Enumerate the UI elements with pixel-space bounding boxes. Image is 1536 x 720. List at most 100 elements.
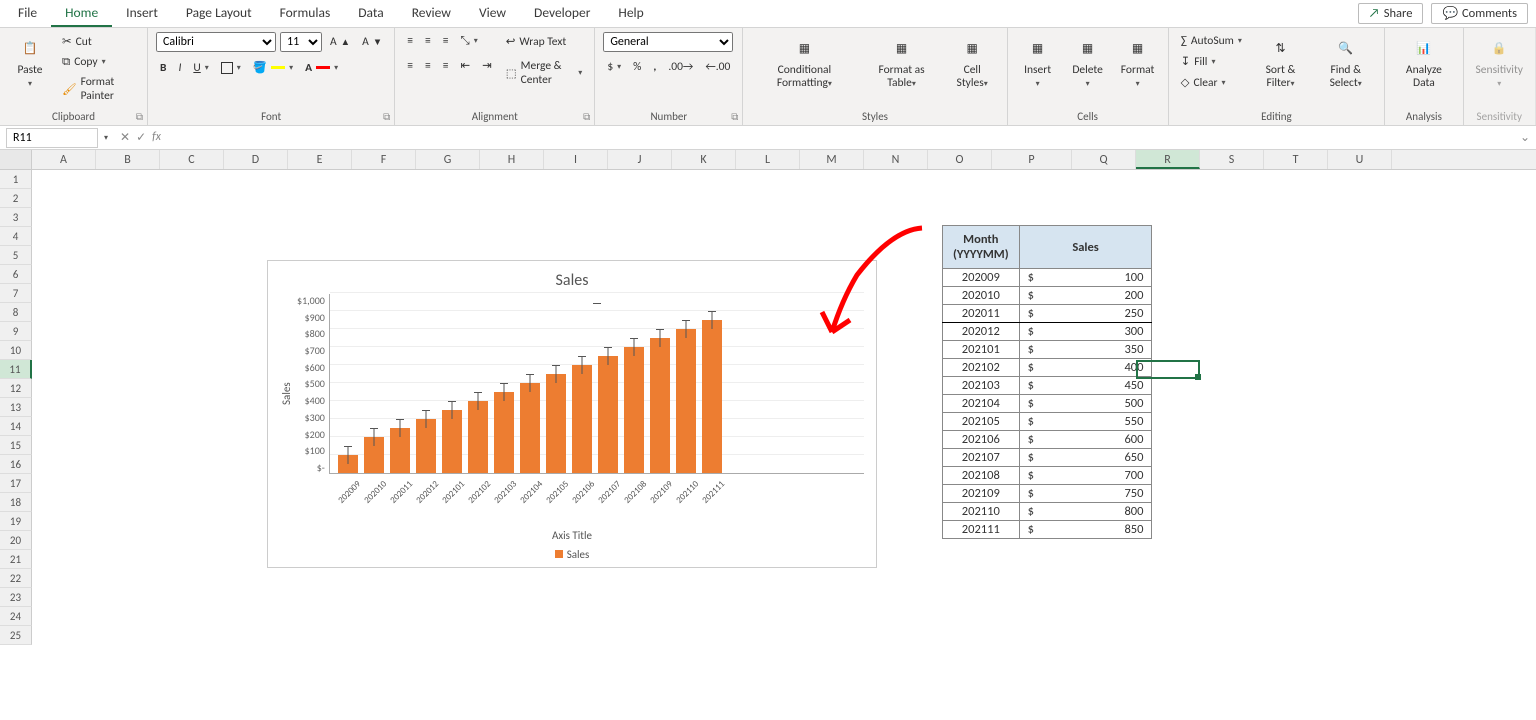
align-bottom-button[interactable]: ≡ bbox=[439, 32, 453, 50]
column-header[interactable]: L bbox=[736, 150, 800, 169]
merge-center-button[interactable]: ⬚Merge & Center ▾ bbox=[502, 57, 587, 89]
italic-button[interactable]: I bbox=[174, 59, 185, 77]
row-header[interactable]: 10 bbox=[0, 341, 32, 360]
increase-indent-button[interactable]: ⇥ bbox=[478, 56, 496, 75]
clear-button[interactable]: ◇Clear ▾ bbox=[1177, 73, 1246, 92]
column-header[interactable]: B bbox=[96, 150, 160, 169]
tab-file[interactable]: File bbox=[4, 0, 51, 27]
worksheet-grid[interactable]: ABCDEFGHIJKLMNOPQRSTU 123456789101112131… bbox=[0, 150, 1536, 645]
row-header[interactable]: 14 bbox=[0, 417, 32, 436]
row-header[interactable]: 15 bbox=[0, 436, 32, 455]
column-header[interactable]: F bbox=[352, 150, 416, 169]
column-header[interactable]: H bbox=[480, 150, 544, 169]
share-button[interactable]: ↗Share bbox=[1358, 3, 1424, 24]
percent-button[interactable]: % bbox=[629, 58, 645, 76]
column-header[interactable]: C bbox=[160, 150, 224, 169]
tab-help[interactable]: Help bbox=[604, 0, 657, 27]
decrease-font-button[interactable]: A▼ bbox=[358, 33, 386, 51]
format-painter-button[interactable]: 🖌Format Painter bbox=[58, 73, 139, 105]
comments-button[interactable]: 💬Comments bbox=[1431, 3, 1528, 24]
column-header[interactable]: Q bbox=[1072, 150, 1136, 169]
cell-styles-button[interactable]: ▦Cell Styles▾ bbox=[946, 32, 999, 91]
wrap-text-button[interactable]: ↩Wrap Text bbox=[502, 32, 587, 51]
row-header[interactable]: 4 bbox=[0, 227, 32, 246]
copy-button[interactable]: ⧉Copy ▾ bbox=[58, 53, 139, 71]
decrease-decimal-button[interactable]: ←.00 bbox=[701, 58, 734, 76]
column-header[interactable]: A bbox=[32, 150, 96, 169]
tab-home[interactable]: Home bbox=[51, 0, 112, 27]
formula-input[interactable] bbox=[167, 129, 1514, 147]
orientation-button[interactable]: ⤡▾ bbox=[456, 32, 481, 50]
column-header[interactable]: U bbox=[1328, 150, 1392, 169]
font-size-select[interactable]: 11 bbox=[280, 32, 322, 52]
row-header[interactable]: 5 bbox=[0, 246, 32, 265]
font-color-button[interactable]: A▾ bbox=[301, 59, 342, 77]
row-header[interactable]: 18 bbox=[0, 493, 32, 512]
row-header[interactable]: 6 bbox=[0, 265, 32, 284]
format-cells-button[interactable]: ▦Format▾ bbox=[1116, 32, 1160, 91]
sensitivity-button[interactable]: 🔒Sensitivity▾ bbox=[1472, 32, 1527, 91]
fill-color-button[interactable]: 🪣▾ bbox=[249, 58, 297, 77]
conditional-formatting-button[interactable]: ▦Conditional Formatting▾ bbox=[751, 32, 857, 91]
tab-data[interactable]: Data bbox=[344, 0, 397, 27]
column-header[interactable]: S bbox=[1200, 150, 1264, 169]
borders-button[interactable]: ▾ bbox=[217, 60, 245, 76]
column-header[interactable]: N bbox=[864, 150, 928, 169]
tab-insert[interactable]: Insert bbox=[112, 0, 172, 27]
column-header[interactable]: T bbox=[1264, 150, 1328, 169]
comma-button[interactable]: , bbox=[649, 58, 660, 76]
insert-cells-button[interactable]: ▦Insert▾ bbox=[1016, 32, 1060, 91]
paste-button[interactable]: 📋 Paste▾ bbox=[8, 32, 52, 91]
font-name-select[interactable]: Calibri bbox=[156, 32, 276, 52]
column-header[interactable]: E bbox=[288, 150, 352, 169]
cancel-formula-button[interactable]: ✕ bbox=[120, 130, 130, 145]
tab-view[interactable]: View bbox=[465, 0, 520, 27]
row-header[interactable]: 3 bbox=[0, 208, 32, 227]
row-header[interactable]: 8 bbox=[0, 303, 32, 322]
increase-font-button[interactable]: A▲ bbox=[326, 33, 354, 51]
analyze-data-button[interactable]: 📊Analyze Data bbox=[1393, 32, 1454, 91]
tab-review[interactable]: Review bbox=[398, 0, 465, 27]
row-header[interactable]: 13 bbox=[0, 398, 32, 417]
number-format-select[interactable]: General bbox=[603, 32, 733, 52]
row-header[interactable]: 19 bbox=[0, 512, 32, 531]
column-header[interactable]: J bbox=[608, 150, 672, 169]
column-header[interactable]: I bbox=[544, 150, 608, 169]
decrease-indent-button[interactable]: ⇤ bbox=[456, 56, 474, 75]
embedded-chart[interactable]: Sales Sales $1,000$900$800$700$600$500$4… bbox=[267, 260, 877, 568]
tab-page-layout[interactable]: Page Layout bbox=[172, 0, 266, 27]
sort-filter-button[interactable]: ⇅Sort & Filter▾ bbox=[1252, 32, 1309, 91]
find-select-button[interactable]: 🔍Find & Select▾ bbox=[1315, 32, 1376, 91]
tab-developer[interactable]: Developer bbox=[520, 0, 604, 27]
column-header[interactable]: M bbox=[800, 150, 864, 169]
align-top-button[interactable]: ≡ bbox=[403, 32, 417, 50]
name-box[interactable] bbox=[6, 128, 98, 148]
column-header[interactable]: R bbox=[1136, 150, 1200, 169]
currency-button[interactable]: $ ▾ bbox=[603, 58, 625, 76]
select-all-corner[interactable] bbox=[0, 150, 32, 169]
row-header[interactable]: 20 bbox=[0, 531, 32, 550]
tab-formulas[interactable]: Formulas bbox=[266, 0, 345, 27]
autosum-button[interactable]: ∑AutoSum ▾ bbox=[1177, 32, 1246, 50]
row-header[interactable]: 2 bbox=[0, 189, 32, 208]
column-header[interactable]: D bbox=[224, 150, 288, 169]
row-header[interactable]: 12 bbox=[0, 379, 32, 398]
column-header[interactable]: K bbox=[672, 150, 736, 169]
row-header[interactable]: 23 bbox=[0, 588, 32, 607]
cut-button[interactable]: ✂Cut bbox=[58, 32, 139, 51]
row-header[interactable]: 21 bbox=[0, 550, 32, 569]
align-center-button[interactable]: ≡ bbox=[421, 57, 435, 75]
column-header[interactable]: G bbox=[416, 150, 480, 169]
increase-decimal-button[interactable]: .00→ bbox=[664, 58, 697, 76]
row-header[interactable]: 1 bbox=[0, 170, 32, 189]
row-header[interactable]: 25 bbox=[0, 626, 32, 645]
align-left-button[interactable]: ≡ bbox=[403, 57, 417, 75]
row-header[interactable]: 16 bbox=[0, 455, 32, 474]
fx-button[interactable]: fx bbox=[152, 130, 161, 145]
row-header[interactable]: 17 bbox=[0, 474, 32, 493]
row-header[interactable]: 9 bbox=[0, 322, 32, 341]
underline-button[interactable]: U ▾ bbox=[189, 59, 212, 77]
row-header[interactable]: 22 bbox=[0, 569, 32, 588]
align-right-button[interactable]: ≡ bbox=[439, 57, 453, 75]
fill-button[interactable]: ↧Fill ▾ bbox=[1177, 52, 1246, 71]
